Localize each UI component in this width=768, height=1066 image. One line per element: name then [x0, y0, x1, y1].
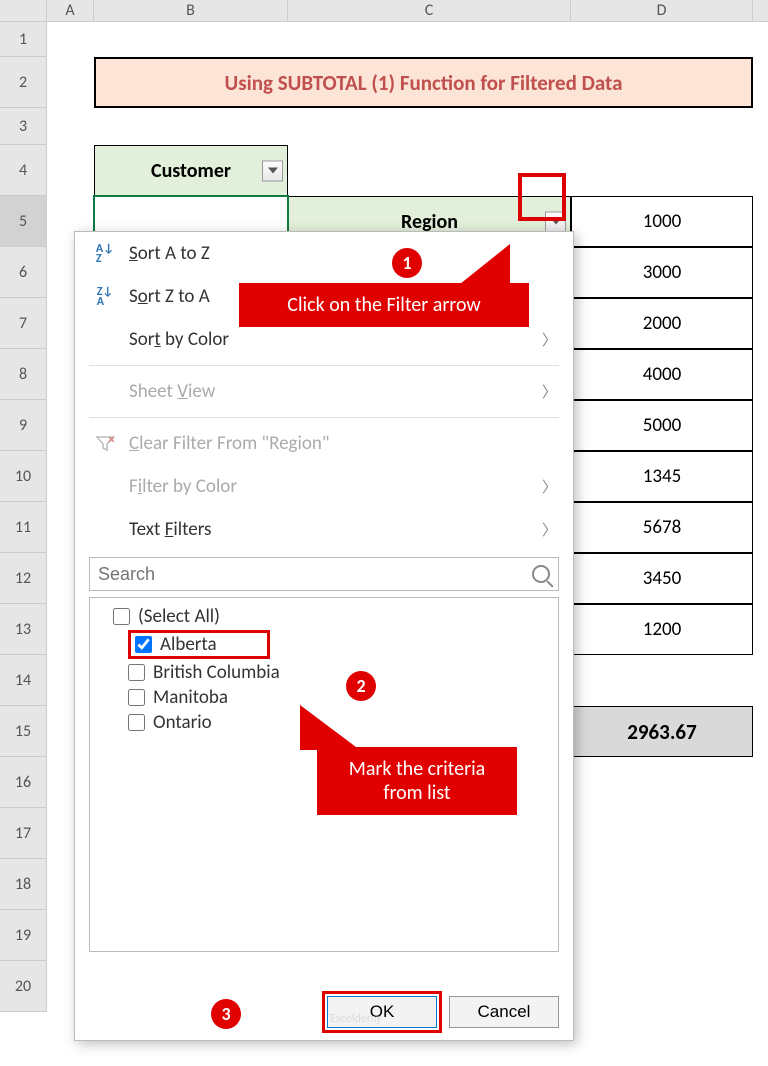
callout-1: Click on the Filter arrow	[239, 283, 529, 327]
row-header-5[interactable]: 5	[0, 196, 47, 247]
spreadsheet-grid: A B C D 1234567891011121314151617181920 …	[0, 0, 768, 22]
row-header-9[interactable]: 9	[0, 400, 47, 451]
checkbox-alberta[interactable]	[135, 636, 152, 653]
cell-sales-8[interactable]: 4000	[571, 349, 753, 400]
filter-item-label: Alberta	[160, 633, 217, 656]
sheet-view-item: Sheet View 〉	[75, 370, 573, 413]
menu-separator	[89, 417, 559, 418]
sort-az-icon: A↓Z	[91, 243, 119, 265]
cell-sales-12[interactable]: 3450	[571, 553, 753, 604]
chevron-right-icon: 〉	[542, 381, 557, 402]
callout-2: Mark the criteriafrom list	[317, 747, 517, 815]
title-cell: Using SUBTOTAL (1) Function for Filtered…	[94, 57, 753, 108]
row-header-4[interactable]: 4	[0, 145, 47, 196]
row-header-16[interactable]: 16	[0, 757, 47, 808]
text-filters-item[interactable]: Text Filters 〉	[75, 508, 573, 551]
row-header-10[interactable]: 10	[0, 451, 47, 502]
cancel-button[interactable]: Cancel	[449, 996, 559, 1028]
cell-sales-6[interactable]: 3000	[571, 247, 753, 298]
row-header-17[interactable]: 17	[0, 808, 47, 859]
filter-item-label: Ontario	[153, 711, 212, 734]
filter-item-label: Manitoba	[153, 686, 228, 709]
menu-separator	[89, 365, 559, 366]
header-customer[interactable]: Customer	[94, 145, 288, 196]
row-header-14[interactable]: 14	[0, 655, 47, 706]
col-header-c[interactable]: C	[288, 0, 571, 21]
funnel-clear-icon	[91, 433, 119, 455]
search-icon	[532, 565, 550, 583]
filter-item-label: British Columbia	[153, 661, 280, 684]
row-header-11[interactable]: 11	[0, 502, 47, 553]
filter-arrow-customer[interactable]	[262, 160, 283, 181]
row-header-20[interactable]: 20	[0, 961, 47, 1012]
cells-area: Using SUBTOTAL (1) Function for Filtered…	[47, 22, 330, 175]
checkbox-manitoba[interactable]	[128, 689, 145, 706]
row-header-6[interactable]: 6	[0, 247, 47, 298]
clear-filter-item: Clear Filter From "Region"	[75, 422, 573, 465]
row-header-7[interactable]: 7	[0, 298, 47, 349]
column-headers: A B C D	[0, 0, 768, 22]
annotation-badge-2: 2	[346, 671, 376, 701]
annotation-badge-1: 1	[392, 248, 422, 278]
row-header-18[interactable]: 18	[0, 859, 47, 910]
cell-sales-13[interactable]: 1200	[571, 604, 753, 655]
filter-search-box[interactable]	[89, 557, 559, 591]
filter-item-alberta[interactable]: Alberta	[98, 629, 550, 660]
checkbox-ontario[interactable]	[128, 714, 145, 731]
filter-by-color-item: Filter by Color 〉	[75, 465, 573, 508]
watermark: Exceldemy	[330, 1012, 382, 1026]
annotation-badge-3: 3	[211, 999, 241, 1029]
sort-za-icon: Z↓A	[91, 286, 119, 308]
row-header-1[interactable]: 1	[0, 22, 47, 57]
col-header-a[interactable]: A	[47, 0, 94, 21]
cell-sales-11[interactable]: 5678	[571, 502, 753, 553]
col-header-b[interactable]: B	[94, 0, 288, 21]
cell-result[interactable]: 2963.67	[571, 706, 753, 757]
callout-1-pointer	[460, 244, 510, 284]
filter-item-label: (Select All)	[138, 605, 220, 628]
filter-arrow-highlight	[522, 177, 562, 217]
filter-dropdown-menu: A↓Z Sort A to Z Z↓A Sort Z to A Sort by …	[74, 231, 574, 1041]
row-headers: 1234567891011121314151617181920	[0, 22, 47, 1012]
filter-item-bc[interactable]: British Columbia	[98, 660, 550, 685]
row-header-15[interactable]: 15	[0, 706, 47, 757]
cell-sales-7[interactable]: 2000	[571, 298, 753, 349]
callout-2-pointer	[300, 705, 360, 750]
row-header-8[interactable]: 8	[0, 349, 47, 400]
cell-sales-9[interactable]: 5000	[571, 400, 753, 451]
chevron-right-icon: 〉	[542, 476, 557, 497]
filter-item-select-all[interactable]: (Select All)	[98, 604, 550, 629]
checkbox-bc[interactable]	[128, 664, 145, 681]
cell-sales-10[interactable]: 1345	[571, 451, 753, 502]
row-header-2[interactable]: 2	[0, 57, 47, 108]
filter-search-input[interactable]	[98, 564, 532, 585]
chevron-right-icon: 〉	[542, 329, 557, 350]
row-header-13[interactable]: 13	[0, 604, 47, 655]
row-header-12[interactable]: 12	[0, 553, 47, 604]
cell-sales-5[interactable]: 1000	[571, 196, 753, 247]
chevron-right-icon: 〉	[542, 519, 557, 540]
checkbox-select-all[interactable]	[113, 608, 130, 625]
col-header-d[interactable]: D	[571, 0, 753, 21]
row-header-19[interactable]: 19	[0, 910, 47, 961]
select-all-corner[interactable]	[0, 0, 47, 21]
row-header-3[interactable]: 3	[0, 108, 47, 145]
